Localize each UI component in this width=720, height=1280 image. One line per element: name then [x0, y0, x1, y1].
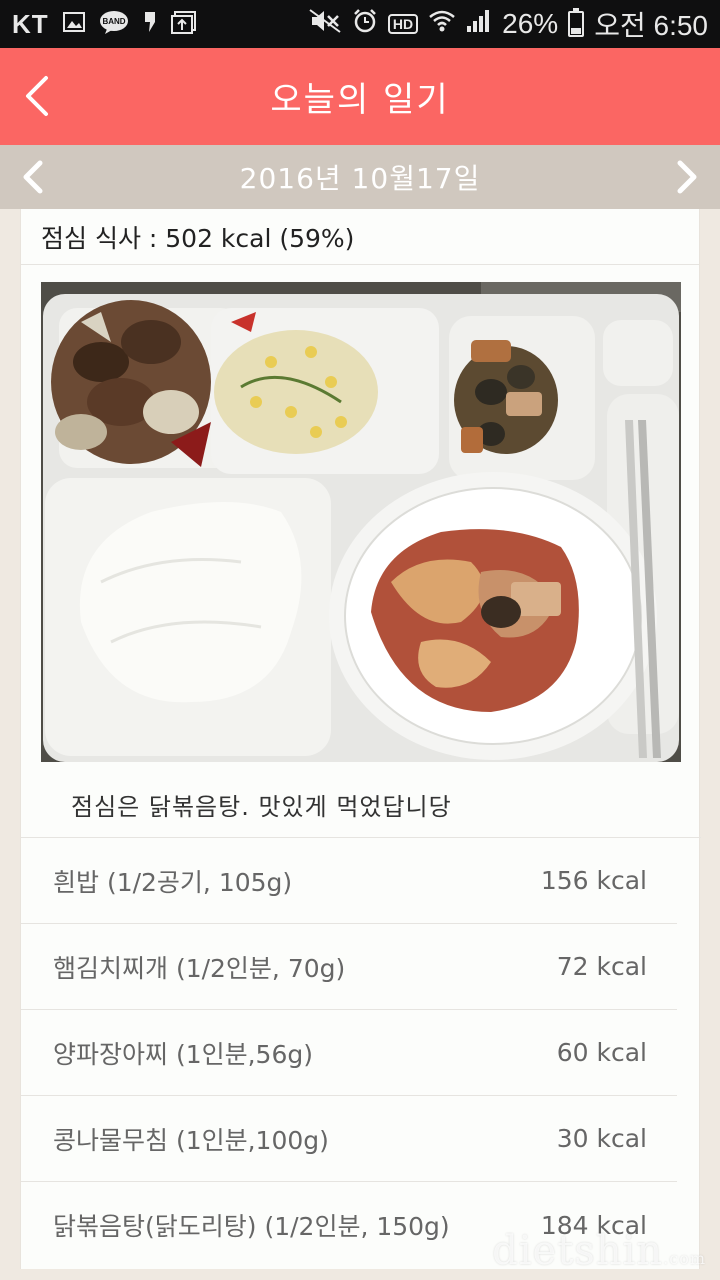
meal-tray-image — [41, 282, 681, 762]
food-item[interactable]: 콩나물무침 (1인분,100g) 30 kcal — [21, 1096, 677, 1182]
food-item[interactable]: 양파장아찌 (1인분,56g) 60 kcal — [21, 1010, 677, 1096]
notification-icon — [143, 10, 157, 38]
meal-photo[interactable] — [41, 282, 681, 762]
food-item[interactable]: 흰밥 (1/2공기, 105g) 156 kcal — [21, 838, 677, 924]
site-watermark: dietshin.com — [492, 1228, 706, 1274]
chevron-left-icon — [23, 160, 43, 194]
chevron-right-icon — [677, 160, 697, 194]
food-kcal: 60 kcal — [556, 1038, 647, 1067]
band-icon: BAND — [99, 10, 129, 38]
meal-summary: 점심 식사 : 502 kcal (59%) — [21, 209, 699, 265]
battery-percent: 26% — [502, 8, 559, 39]
status-bar: KT BAND HD 26% 오전 6:50 — [0, 0, 720, 48]
food-name: 콩나물무침 (1인분,100g) — [53, 1125, 329, 1155]
hd-voice-badge: HD — [387, 14, 419, 34]
back-button[interactable] — [22, 74, 52, 118]
status-right: HD 26% 오전 6:50 — [308, 4, 708, 44]
meal-card: 점심 식사 : 502 kcal (59%) 점심은 닭볶음탕. 맛있게 먹었답… — [20, 209, 701, 1269]
meal-memo: 점심은 닭볶음탕. 맛있게 먹었답니당 — [71, 793, 452, 821]
food-name: 햄김치찌개 (1/2인분, 70g) — [53, 953, 346, 983]
food-item[interactable]: 햄김치찌개 (1/2인분, 70g) 72 kcal — [21, 924, 677, 1010]
food-kcal: 30 kcal — [556, 1124, 647, 1153]
gallery-icon — [62, 11, 85, 37]
wifi-icon — [428, 8, 456, 40]
previous-day-button[interactable] — [20, 159, 46, 195]
carrier-label: KT — [12, 8, 49, 39]
clock: 오전 6:50 — [594, 10, 708, 41]
chevron-left-icon — [26, 76, 48, 116]
food-list: 흰밥 (1/2공기, 105g) 156 kcal 햄김치찌개 (1/2인분, … — [21, 838, 701, 1268]
food-name: 양파장아찌 (1인분,56g) — [53, 1039, 313, 1069]
current-date: 2016년 10월17일 — [239, 162, 481, 195]
app-header: 오늘의 일기 — [0, 48, 720, 145]
date-navigator: 2016년 10월17일 — [0, 145, 720, 209]
battery-icon — [568, 8, 585, 37]
food-kcal: 156 kcal — [540, 866, 647, 895]
status-left: KT BAND — [12, 9, 197, 40]
next-day-button[interactable] — [674, 159, 700, 195]
mute-icon — [308, 8, 342, 41]
download-icon — [170, 10, 197, 38]
signal-icon — [466, 8, 492, 40]
food-name: 닭볶음탕(닭도리탕) (1/2인분, 150g) — [53, 1212, 450, 1241]
svg-text:BAND: BAND — [102, 17, 125, 26]
food-kcal: 72 kcal — [556, 952, 647, 981]
food-name: 흰밥 (1/2공기, 105g) — [53, 867, 293, 897]
page-title: 오늘의 일기 — [270, 80, 450, 120]
alarm-icon — [352, 8, 378, 41]
